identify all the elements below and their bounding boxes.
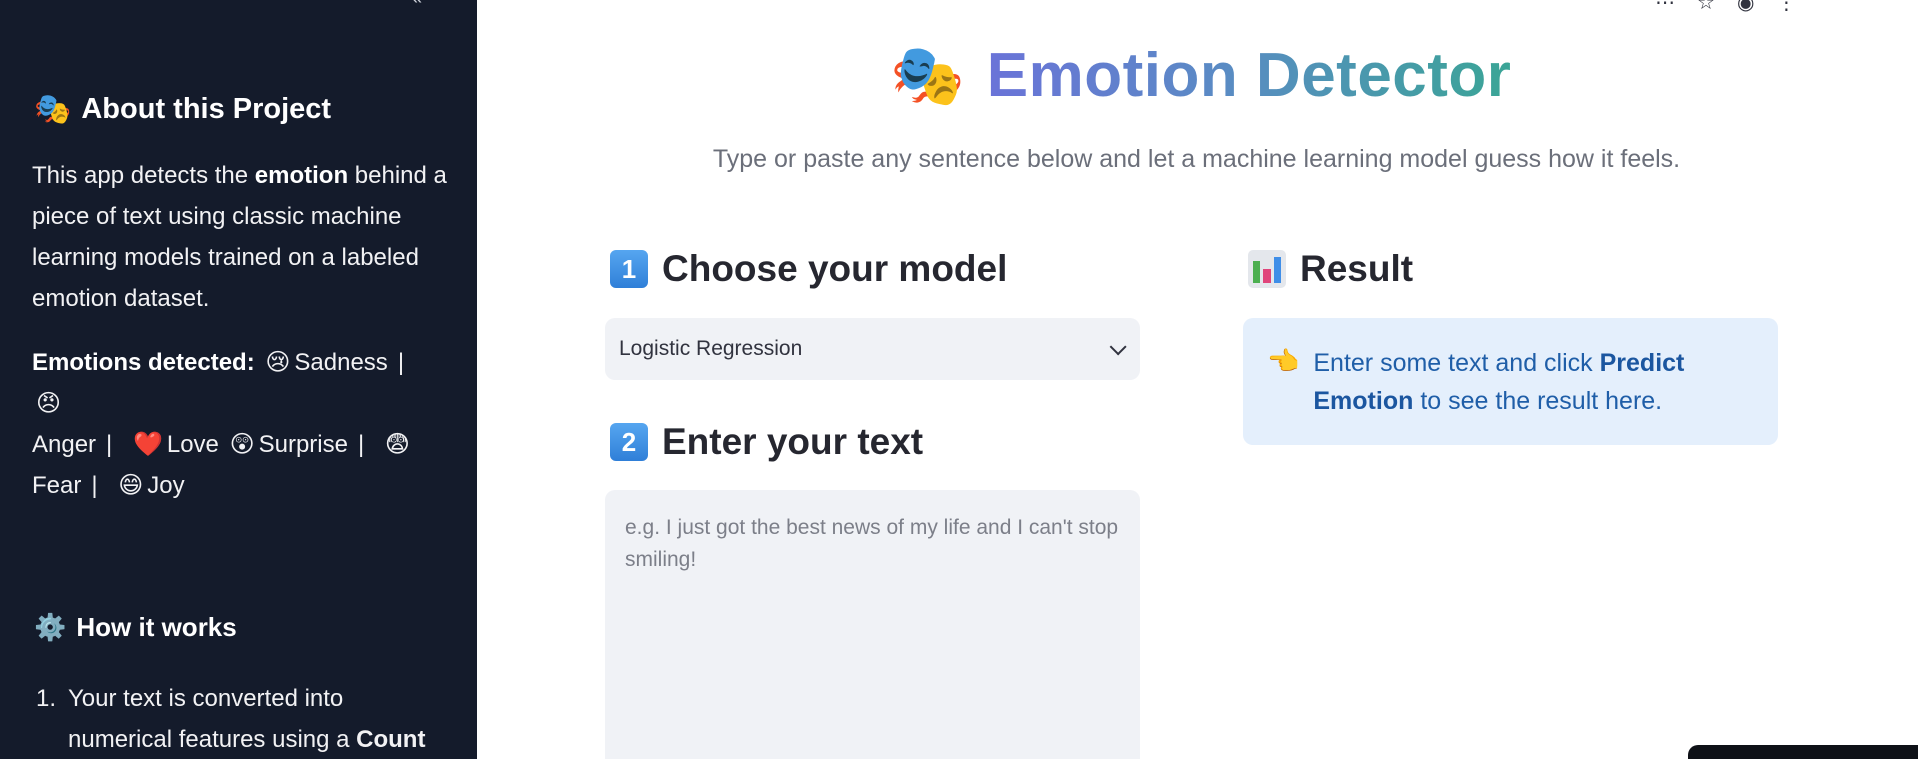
toolbar: ⋯ ☆ ◉ ⋮: [1655, 0, 1796, 15]
about-title: About this Project: [81, 93, 332, 125]
emotion-name: Joy: [147, 472, 185, 499]
github-icon[interactable]: ◉: [1737, 0, 1754, 15]
model-select-value: Logistic Regression: [619, 337, 803, 360]
grinning-face-icon: 😄: [118, 472, 144, 499]
subtitle-text: Type or paste any sentence below and let…: [712, 145, 1681, 173]
title-text: Emotion Detector: [986, 41, 1512, 110]
emotion-surprise: 😲 Surprise: [226, 431, 348, 458]
subtitle: Type or paste any sentence below and let…: [0, 145, 1918, 174]
separator: |: [397, 349, 405, 376]
step1-text: Your text is converted into: [68, 685, 344, 712]
separator: |: [106, 431, 113, 458]
text-section-heading: 2 Enter your text: [610, 421, 923, 463]
sad-face-icon: 😢: [265, 349, 291, 376]
heart-icon: ❤️: [132, 431, 163, 458]
model-heading-text: Choose your model: [662, 248, 1008, 289]
emotion-sadness: 😢 Sadness: [261, 349, 387, 376]
keycap-one-icon: 1: [610, 250, 648, 288]
emotion-anger-label: Anger: [32, 431, 96, 458]
text-input[interactable]: [605, 490, 1140, 759]
fearful-face-icon: 😨: [384, 431, 410, 458]
theater-masks-icon: 🎭: [34, 93, 72, 126]
how-it-works-title: How it works: [76, 612, 237, 642]
emotion-anger: 😠: [32, 390, 65, 417]
emotion-joy: 😄 Joy: [114, 472, 184, 499]
separator: |: [357, 431, 365, 458]
gear-icon: ⚙️: [34, 612, 67, 642]
result-heading-text: Result: [1300, 248, 1414, 289]
emotion-name: Sadness: [294, 349, 388, 376]
info-message: Enter some text and click Predict Emotio…: [1313, 344, 1754, 445]
list-number: 1.: [36, 685, 57, 712]
emotion-name: Surprise: [258, 431, 348, 458]
emotion-name: Anger: [32, 431, 97, 458]
menu-icon[interactable]: ⋮: [1776, 0, 1796, 15]
text-heading-text: Enter your text: [662, 421, 924, 462]
surprised-face-icon: 😲: [229, 431, 255, 458]
star-icon[interactable]: ☆: [1697, 0, 1715, 15]
theater-masks-icon: 🎭: [890, 42, 965, 109]
emotion-love: ❤️ Love: [129, 431, 219, 458]
emotions-list: Emotions detected: 😢 Sadness | 😠 Anger | ❤️…: [32, 342, 452, 506]
emotions-label: Emotions detected:: [32, 349, 255, 376]
how-it-works-heading: ⚙️ How it works: [34, 612, 237, 643]
separator: |: [91, 472, 98, 499]
chevron-down-icon: [1109, 338, 1127, 356]
emotion-fear: Fear: [32, 472, 81, 499]
result-heading: Result: [1248, 248, 1413, 290]
model-section-heading: 1 Choose your model: [610, 248, 1007, 290]
emotion-fear-icon-wrap: 😨: [381, 431, 414, 458]
list-item: 1. Your text is converted into: [36, 678, 456, 719]
angry-face-icon: 😠: [36, 390, 62, 417]
result-info-box: 👈 Enter some text and click Predict Emot…: [1243, 318, 1778, 445]
page-title: 🎭 Emotion Detector: [890, 40, 1511, 111]
status-widget[interactable]: [1688, 745, 1918, 759]
model-select[interactable]: Logistic Regression: [605, 318, 1140, 380]
more-dots-icon[interactable]: ⋯: [1655, 0, 1675, 15]
pointing-hand-icon: 👈: [1267, 346, 1300, 376]
step1-text-continued: numerical features using a: [68, 726, 357, 753]
list-item-continued: numerical features using a Count: [36, 719, 456, 759]
collapse-sidebar-icon[interactable]: «: [412, 0, 432, 8]
about-heading: 🎭 About this Project: [34, 92, 331, 127]
bar-chart-icon: [1248, 250, 1286, 288]
emotion-name: Fear: [32, 472, 82, 499]
keycap-two-icon: 2: [610, 423, 648, 461]
about-description: This app detects the emotion behind a pi…: [32, 155, 452, 319]
step1-bold: Count: [356, 726, 426, 753]
how-it-works-list: 1. Your text is converted into numerical …: [36, 678, 456, 759]
emotion-name: Love: [166, 431, 219, 458]
info-text-part1: Enter some text and click: [1313, 349, 1600, 377]
info-text-part2: to see the result here.: [1413, 387, 1663, 415]
sidebar: « 🎭 About this Project This app detects …: [0, 0, 477, 759]
